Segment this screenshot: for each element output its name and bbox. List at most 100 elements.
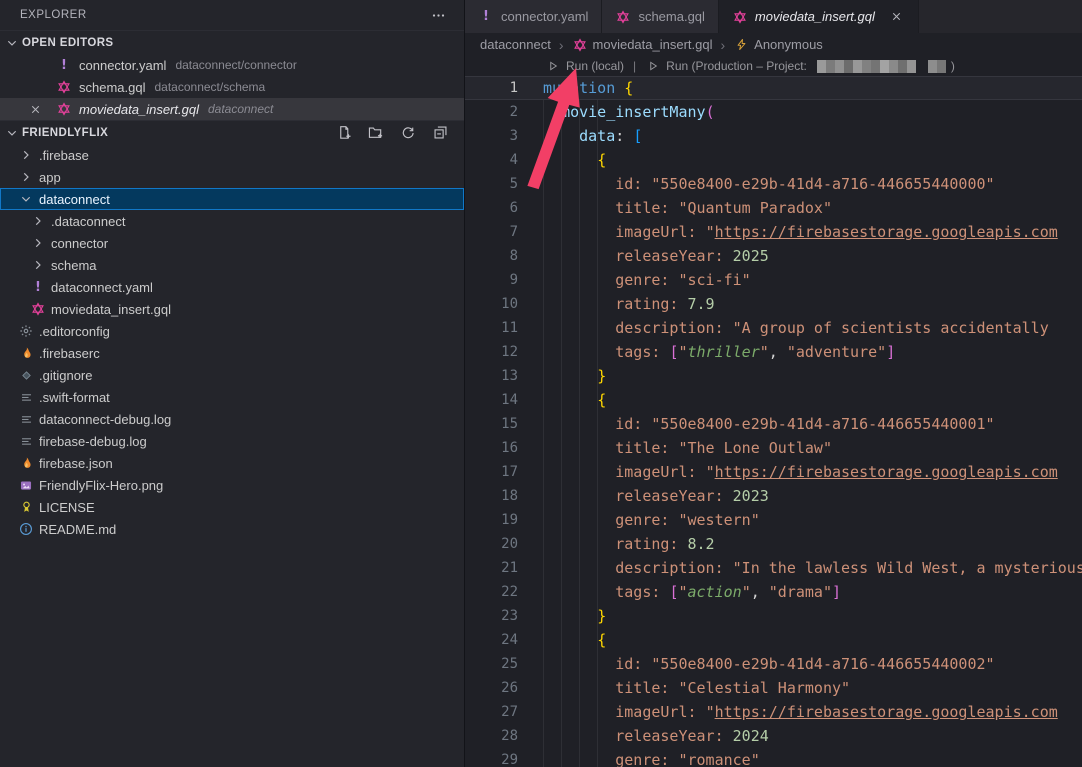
tab-connector.yaml[interactable]: !connector.yaml [465,0,602,33]
breadcrumb-item[interactable]: dataconnect [480,37,551,52]
new-file-icon[interactable] [336,125,352,141]
code-line-17[interactable]: 17 imageUrl: "https://firebasestorage.go… [465,460,1082,484]
code-line-16[interactable]: 16 title: "The Lone Outlaw" [465,436,1082,460]
codelens-paren: ) [951,59,955,73]
tree-item-label: app [39,170,61,185]
tree-item-.firebase[interactable]: .firebase [0,144,464,166]
editor[interactable]: Run (local) | Run (Production – Project:… [465,56,1082,767]
line-number: 1 [465,76,533,100]
tree-item-label: dataconnect-debug.log [39,412,171,427]
flame-icon [18,345,34,361]
line-number: 13 [465,364,533,388]
tree-item-firebase-debug.log[interactable]: firebase-debug.log [0,430,464,452]
code-line-18[interactable]: 18 releaseYear: 2023 [465,484,1082,508]
explorer-header: EXPLORER [0,0,464,30]
code-line-24[interactable]: 24 { [465,628,1082,652]
run-production-button[interactable]: Run (Production – Project: [666,59,807,73]
line-number: 8 [465,244,533,268]
code-line-6[interactable]: 6 title: "Quantum Paradox" [465,196,1082,220]
breadcrumb-item[interactable]: Anonymous [733,37,823,53]
code-line-28[interactable]: 28 releaseYear: 2024 [465,724,1082,748]
code-line-11[interactable]: 11 description: "A group of scientists a… [465,316,1082,340]
tree-item-license[interactable]: LICENSE [0,496,464,518]
code-line-10[interactable]: 10 rating: 7.9 [465,292,1082,316]
tab-moviedata-insert.gql[interactable]: moviedata_insert.gql [719,0,919,33]
code-line-12[interactable]: 12 tags: ["thriller", "adventure"] [465,340,1082,364]
breadcrumb-item[interactable]: moviedata_insert.gql [572,37,713,53]
code-line-15[interactable]: 15 id: "550e8400-e29b-41d4-a716-44665544… [465,412,1082,436]
more-actions-icon[interactable] [430,7,446,23]
code-line-9[interactable]: 9 genre: "sci-fi" [465,268,1082,292]
tree-item-label: connector [51,236,108,251]
file-tree: .firebase app dataconnect.dataconnect conne… [0,144,464,540]
code-line-13[interactable]: 13 } [465,364,1082,388]
explorer-toolbar [336,125,464,141]
collapse-all-icon[interactable] [432,125,448,141]
code-line-27[interactable]: 27 imageUrl: "https://firebasestorage.go… [465,700,1082,724]
line-number: 18 [465,484,533,508]
line-number: 24 [465,628,533,652]
tree-item-.swift-format[interactable]: .swift-format [0,386,464,408]
code-line-8[interactable]: 8 releaseYear: 2025 [465,244,1082,268]
line-number: 4 [465,148,533,172]
code-line-21[interactable]: 21 description: "In the lawless Wild Wes… [465,556,1082,580]
tree-item-readme.md[interactable]: README.md [0,518,464,540]
chev-down-icon [18,191,34,207]
run-local-button[interactable]: Run (local) [566,59,624,73]
excl-icon: ! [56,57,72,73]
code-line-26[interactable]: 26 title: "Celestial Harmony" [465,676,1082,700]
graphql-icon [56,101,72,117]
tree-item-label: .gitignore [39,368,92,383]
tree-item-dataconnect.yaml[interactable]: !dataconnect.yaml [0,276,464,298]
code-line-2[interactable]: 2 movie_insertMany( [465,100,1082,124]
line-number: 17 [465,460,533,484]
breadcrumb: dataconnect›moviedata_insert.gql›Anonymo… [465,33,1082,56]
tree-item-moviedata-insert.gql[interactable]: moviedata_insert.gql [0,298,464,320]
chevron-down-icon [4,125,20,141]
tab-schema.gql[interactable]: schema.gql [602,0,718,33]
open-editors-header[interactable]: OPEN EDITORS [0,30,464,54]
tree-item-firebase.json[interactable]: firebase.json [0,452,464,474]
code-line-20[interactable]: 20 rating: 8.2 [465,532,1082,556]
open-editor-item[interactable]: !connector.yamldataconnect/connector [0,54,464,76]
close-icon[interactable] [27,101,43,117]
open-editor-item[interactable]: moviedata_insert.gqldataconnect [0,98,464,120]
tree-item-app[interactable]: app [0,166,464,188]
close-icon[interactable] [889,9,905,25]
tree-item-.dataconnect[interactable]: .dataconnect [0,210,464,232]
code-line-23[interactable]: 23 } [465,604,1082,628]
open-editor-item[interactable]: schema.gqldataconnect/schema [0,76,464,98]
tree-item-.editorconfig[interactable]: .editorconfig [0,320,464,342]
code-line-1[interactable]: 1mutation { [465,76,1082,100]
tree-item-schema[interactable]: schema [0,254,464,276]
tree-item-friendlyflix-hero.png[interactable]: FriendlyFlix-Hero.png [0,474,464,496]
code-line-25[interactable]: 25 id: "550e8400-e29b-41d4-a716-44665544… [465,652,1082,676]
code-line-3[interactable]: 3 data: [ [465,124,1082,148]
tree-item-dataconnect-debug.log[interactable]: dataconnect-debug.log [0,408,464,430]
git-icon [18,367,34,383]
tree-item-.firebaserc[interactable]: .firebaserc [0,342,464,364]
code-line-19[interactable]: 19 genre: "western" [465,508,1082,532]
chev-right-icon [30,257,46,273]
redacted-project-name [817,60,916,73]
code-line-4[interactable]: 4 { [465,148,1082,172]
tree-item-dataconnect[interactable]: dataconnect [0,188,464,210]
project-section-header[interactable]: FRIENDLYFLIX [0,120,464,144]
code-line-29[interactable]: 29 genre: "romance" [465,748,1082,767]
flame-icon [18,455,34,471]
refresh-icon[interactable] [400,125,416,141]
tree-item-.gitignore[interactable]: .gitignore [0,364,464,386]
file-path: dataconnect/schema [154,80,265,94]
file-path: dataconnect [208,102,273,116]
code-line-5[interactable]: 5 id: "550e8400-e29b-41d4-a716-446655440… [465,172,1082,196]
code-line-22[interactable]: 22 tags: ["action", "drama"] [465,580,1082,604]
tree-item-label: .firebaserc [39,346,100,361]
code-line-14[interactable]: 14 { [465,388,1082,412]
tree-item-label: .firebase [39,148,89,163]
tree-item-connector[interactable]: connector [0,232,464,254]
explorer-sidebar: EXPLORER OPEN EDITORS !connector.yamldat… [0,0,465,767]
new-folder-icon[interactable] [368,125,384,141]
tab-bar: !connector.yamlschema.gqlmoviedata_inser… [465,0,1082,33]
codelens-separator: | [633,59,636,73]
code-line-7[interactable]: 7 imageUrl: "https://firebasestorage.goo… [465,220,1082,244]
